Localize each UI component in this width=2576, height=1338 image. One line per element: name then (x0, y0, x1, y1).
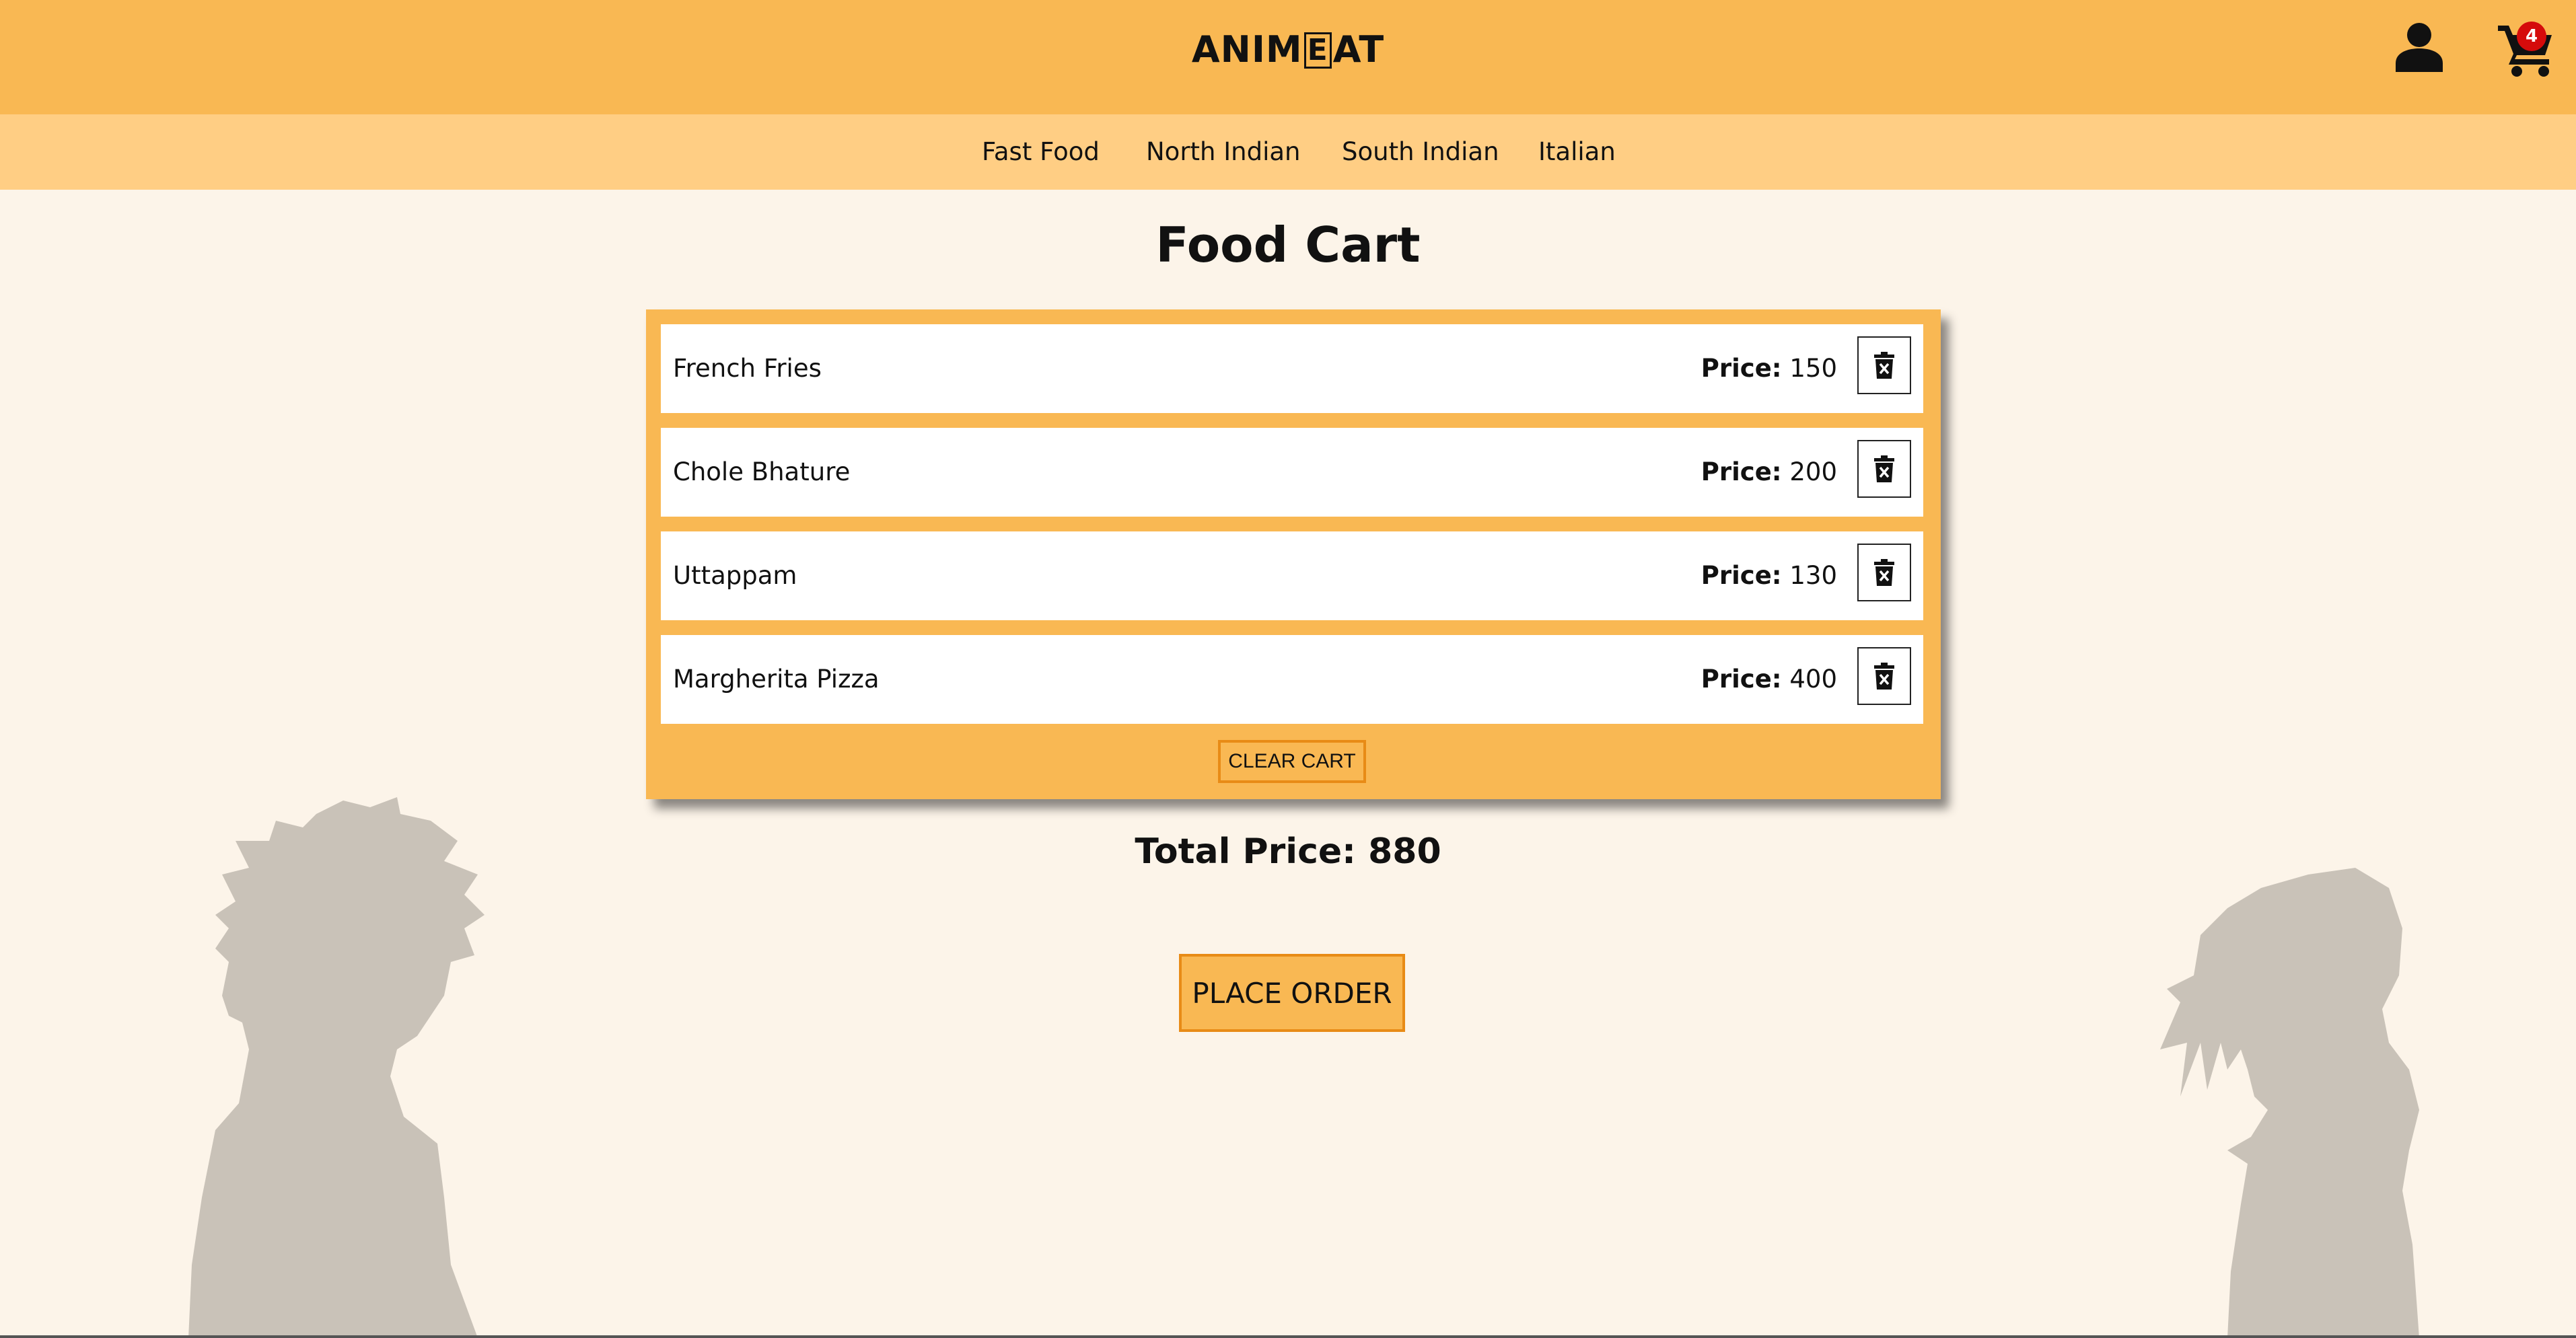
brand-logo[interactable]: ANIM E AT (0, 28, 2576, 71)
price-label: Price: (1701, 665, 1782, 694)
price-label: Price: (1701, 561, 1782, 590)
place-order-button[interactable]: PLACE ORDER (1179, 954, 1405, 1032)
cart-item-price: Price: 130 (1701, 531, 1837, 620)
nav-item-italian[interactable]: Italian (1538, 137, 1616, 166)
nav-item-north-indian[interactable]: North Indian (1146, 137, 1301, 166)
total-price-label: Total Price: (1135, 831, 1356, 872)
total-price-value: 880 (1368, 831, 1441, 872)
cart-item-row: French Fries Price: 150 (661, 324, 1923, 413)
cart-item-price: Price: 150 (1701, 324, 1837, 413)
cart-item-name: Uttappam (673, 561, 797, 590)
price-label: Price: (1701, 457, 1782, 486)
delete-item-button[interactable] (1857, 336, 1911, 394)
total-price: Total Price: 880 (0, 831, 2576, 872)
trash-icon (1874, 663, 1894, 690)
brand-prefix: ANIM (1191, 28, 1303, 71)
category-nav: Fast Food North Indian South Indian Ital… (0, 114, 2576, 190)
nav-item-south-indian[interactable]: South Indian (1342, 137, 1499, 166)
price-value: 400 (1789, 665, 1837, 694)
trash-icon (1874, 352, 1894, 379)
price-value: 200 (1789, 457, 1837, 486)
anime-silhouette-right (2160, 868, 2419, 1338)
page-title: Food Cart (1155, 217, 1421, 273)
cart-item-price: Price: 200 (1701, 428, 1837, 517)
delete-item-button[interactable] (1857, 440, 1911, 498)
trash-icon (1874, 559, 1894, 586)
trash-icon (1874, 455, 1894, 482)
price-value: 150 (1789, 354, 1837, 383)
user-icon[interactable] (2396, 22, 2443, 72)
clear-cart-button[interactable]: CLEAR CART (1218, 740, 1366, 783)
price-label: Price: (1701, 354, 1782, 383)
price-value: 130 (1789, 561, 1837, 590)
nav-item-fast-food[interactable]: Fast Food (982, 137, 1100, 166)
brand-suffix: AT (1332, 28, 1385, 71)
bottom-border (0, 1335, 2576, 1338)
cart-count-badge: 4 (2517, 22, 2546, 51)
delete-item-button[interactable] (1857, 647, 1911, 705)
cart-item-name: Chole Bhature (673, 457, 851, 486)
cart-item-name: Margherita Pizza (673, 665, 880, 694)
anime-silhouette-left (188, 797, 485, 1338)
cart-item-name: French Fries (673, 354, 822, 383)
brand-boxed-letter: E (1303, 32, 1332, 69)
top-header: ANIM E AT 4 (0, 0, 2576, 114)
cart-item-row: Chole Bhature Price: 200 (661, 428, 1923, 517)
delete-item-button[interactable] (1857, 544, 1911, 601)
cart-item-price: Price: 400 (1701, 635, 1837, 724)
cart-panel: French Fries Price: 150 Chole Bhature Pr… (646, 309, 1941, 799)
cart-item-row: Uttappam Price: 130 (661, 531, 1923, 620)
cart-item-row: Margherita Pizza Price: 400 (661, 635, 1923, 724)
